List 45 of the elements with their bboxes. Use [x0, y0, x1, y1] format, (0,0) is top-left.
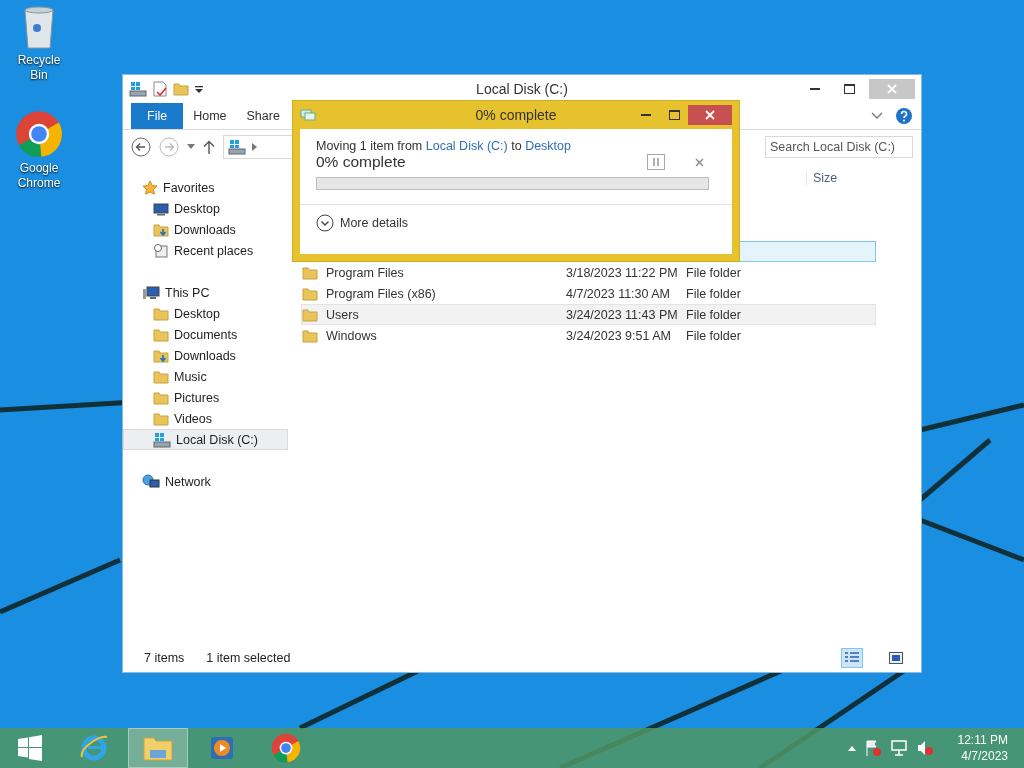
item-count: 7 items [144, 651, 185, 665]
column-header[interactable]: Size [806, 171, 886, 185]
search-field[interactable]: Search Local Disk (C:) [765, 136, 913, 158]
date-modified: 3/18/2023 11:22 PM [566, 265, 679, 280]
file-type: File folder [686, 265, 742, 280]
clock[interactable]: 12:11 PM 4/7/2023 [957, 732, 1008, 764]
date-modified: 4/7/2023 11:30 AM [566, 286, 672, 301]
file-name: Program Files (x86) [326, 286, 437, 301]
file-name: Users [326, 307, 360, 322]
file-type: File folder [686, 307, 742, 322]
move-message: Moving 1 item from Local Disk (C:) to Desktop [316, 139, 572, 153]
destination-link[interactable]: Desktop [525, 139, 571, 153]
file-row[interactable]: Program Files (x86) 4/7/2023 11:30 AM File folder [301, 283, 876, 304]
date-modified: 3/24/2023 11:43 PM [566, 307, 679, 322]
ribbon-tab[interactable]: Share [236, 103, 290, 129]
sidebar-item[interactable]: Downloads [123, 219, 288, 240]
sidebar-item[interactable]: Desktop [123, 198, 288, 219]
ribbon-tab[interactable]: File [131, 103, 184, 129]
window-title: Local Disk (C:) [476, 81, 568, 97]
sidebar-item[interactable]: This PC [123, 282, 288, 303]
file-row[interactable]: Windows 3/24/2023 9:51 AM File folder [301, 325, 876, 346]
sidebar-item[interactable]: Documents [123, 324, 288, 345]
file-name: Program Files [326, 265, 405, 280]
selection-count: 1 item selected [206, 651, 291, 665]
sidebar-item[interactable]: Music [123, 366, 288, 387]
more-details-button[interactable]: More details [316, 214, 409, 232]
ribbon-tab[interactable]: Home [183, 103, 237, 129]
sidebar-item[interactable]: Downloads [123, 345, 288, 366]
desktop-icon-label[interactable]: Recycle Bin [9, 53, 69, 83]
sidebar-item[interactable]: Favorites [123, 177, 288, 198]
date-modified: 3/24/2023 9:51 AM [566, 328, 672, 343]
file-row[interactable]: Program Files 3/18/2023 11:22 PM File folder [301, 262, 876, 283]
progress-text: 0% complete [316, 153, 406, 171]
sidebar-item[interactable]: Recent places [123, 240, 288, 261]
sidebar-item[interactable]: Local Disk (C:) [123, 429, 288, 450]
file-name: Windows [326, 328, 378, 343]
sidebar-item[interactable]: Desktop [123, 303, 288, 324]
sidebar-item[interactable]: Videos [123, 408, 288, 429]
source-link[interactable]: Local Disk (C:) [425, 139, 508, 153]
sidebar-item[interactable]: Pictures [123, 387, 288, 408]
file-type: File folder [686, 328, 742, 343]
dialog-title: 0% complete [475, 107, 557, 123]
file-row[interactable]: Users 3/24/2023 11:43 PM File folder [301, 304, 876, 325]
file-type: File folder [686, 286, 742, 301]
sidebar-item[interactable]: Network [123, 471, 288, 492]
